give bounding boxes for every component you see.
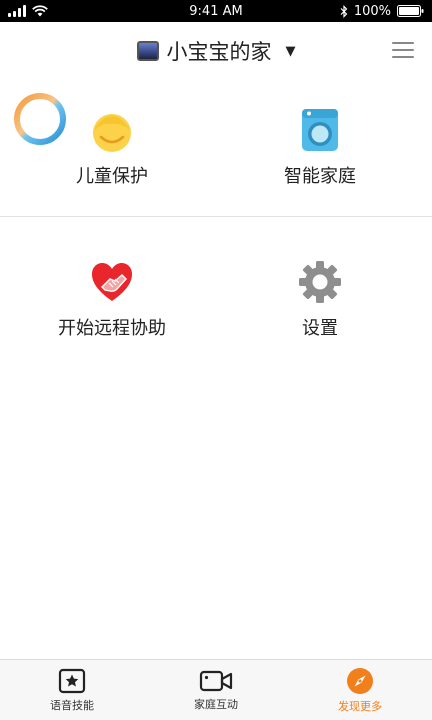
feature-remote-assist[interactable]: 开始远程协助 (4, 252, 220, 372)
battery-percent: 100% (353, 3, 391, 19)
icon-wrap (4, 100, 220, 160)
feature-label: 设置 (302, 318, 338, 339)
gear-icon (299, 261, 341, 303)
icon-wrap (212, 100, 428, 160)
feature-settings[interactable]: 设置 (212, 252, 428, 372)
caret-down-icon: ▼ (285, 43, 296, 59)
status-right: 100% (340, 4, 432, 19)
feature-smart-home[interactable]: 智能家庭 (212, 100, 428, 220)
hamburger-menu-icon[interactable] (392, 39, 414, 61)
feature-label: 儿童保护 (76, 166, 148, 187)
icon-wrap (4, 252, 220, 312)
home-thumbnail-icon (136, 41, 159, 61)
icon-wrap (212, 252, 428, 312)
video-camera-icon (199, 670, 233, 691)
bluetooth-icon (340, 4, 348, 18)
home-name: 小宝宝的家 (166, 40, 272, 64)
compass-icon (347, 667, 373, 694)
bottom-tab-bar: 语音技能 家庭互动 发现更多 (0, 659, 432, 720)
tab-voice-skills[interactable]: 语音技能 (0, 660, 144, 720)
battery-icon (397, 5, 424, 17)
heart-handshake-icon (92, 263, 132, 301)
feature-label: 开始远程协助 (58, 318, 166, 339)
star-card-icon (58, 668, 86, 693)
tab-label: 语音技能 (50, 698, 94, 712)
tab-family-interaction[interactable]: 家庭互动 (144, 660, 288, 720)
tab-discover-more[interactable]: 发现更多 (288, 660, 432, 720)
cellular-signal-icon (8, 5, 26, 17)
tab-label: 家庭互动 (194, 697, 238, 711)
feature-label: 智能家庭 (284, 166, 356, 187)
header: 小宝宝的家 ▼ (0, 22, 432, 80)
child-face-icon (93, 114, 131, 152)
wifi-icon (32, 5, 48, 17)
status-left (0, 5, 48, 17)
feature-child-protection[interactable]: 儿童保护 (4, 100, 220, 220)
tab-label: 发现更多 (338, 699, 382, 713)
home-selector[interactable]: 小宝宝的家 ▼ (0, 22, 432, 80)
status-bar: 9:41 AM 100% (0, 0, 432, 22)
section-divider (0, 216, 432, 217)
washing-machine-icon (302, 109, 338, 151)
